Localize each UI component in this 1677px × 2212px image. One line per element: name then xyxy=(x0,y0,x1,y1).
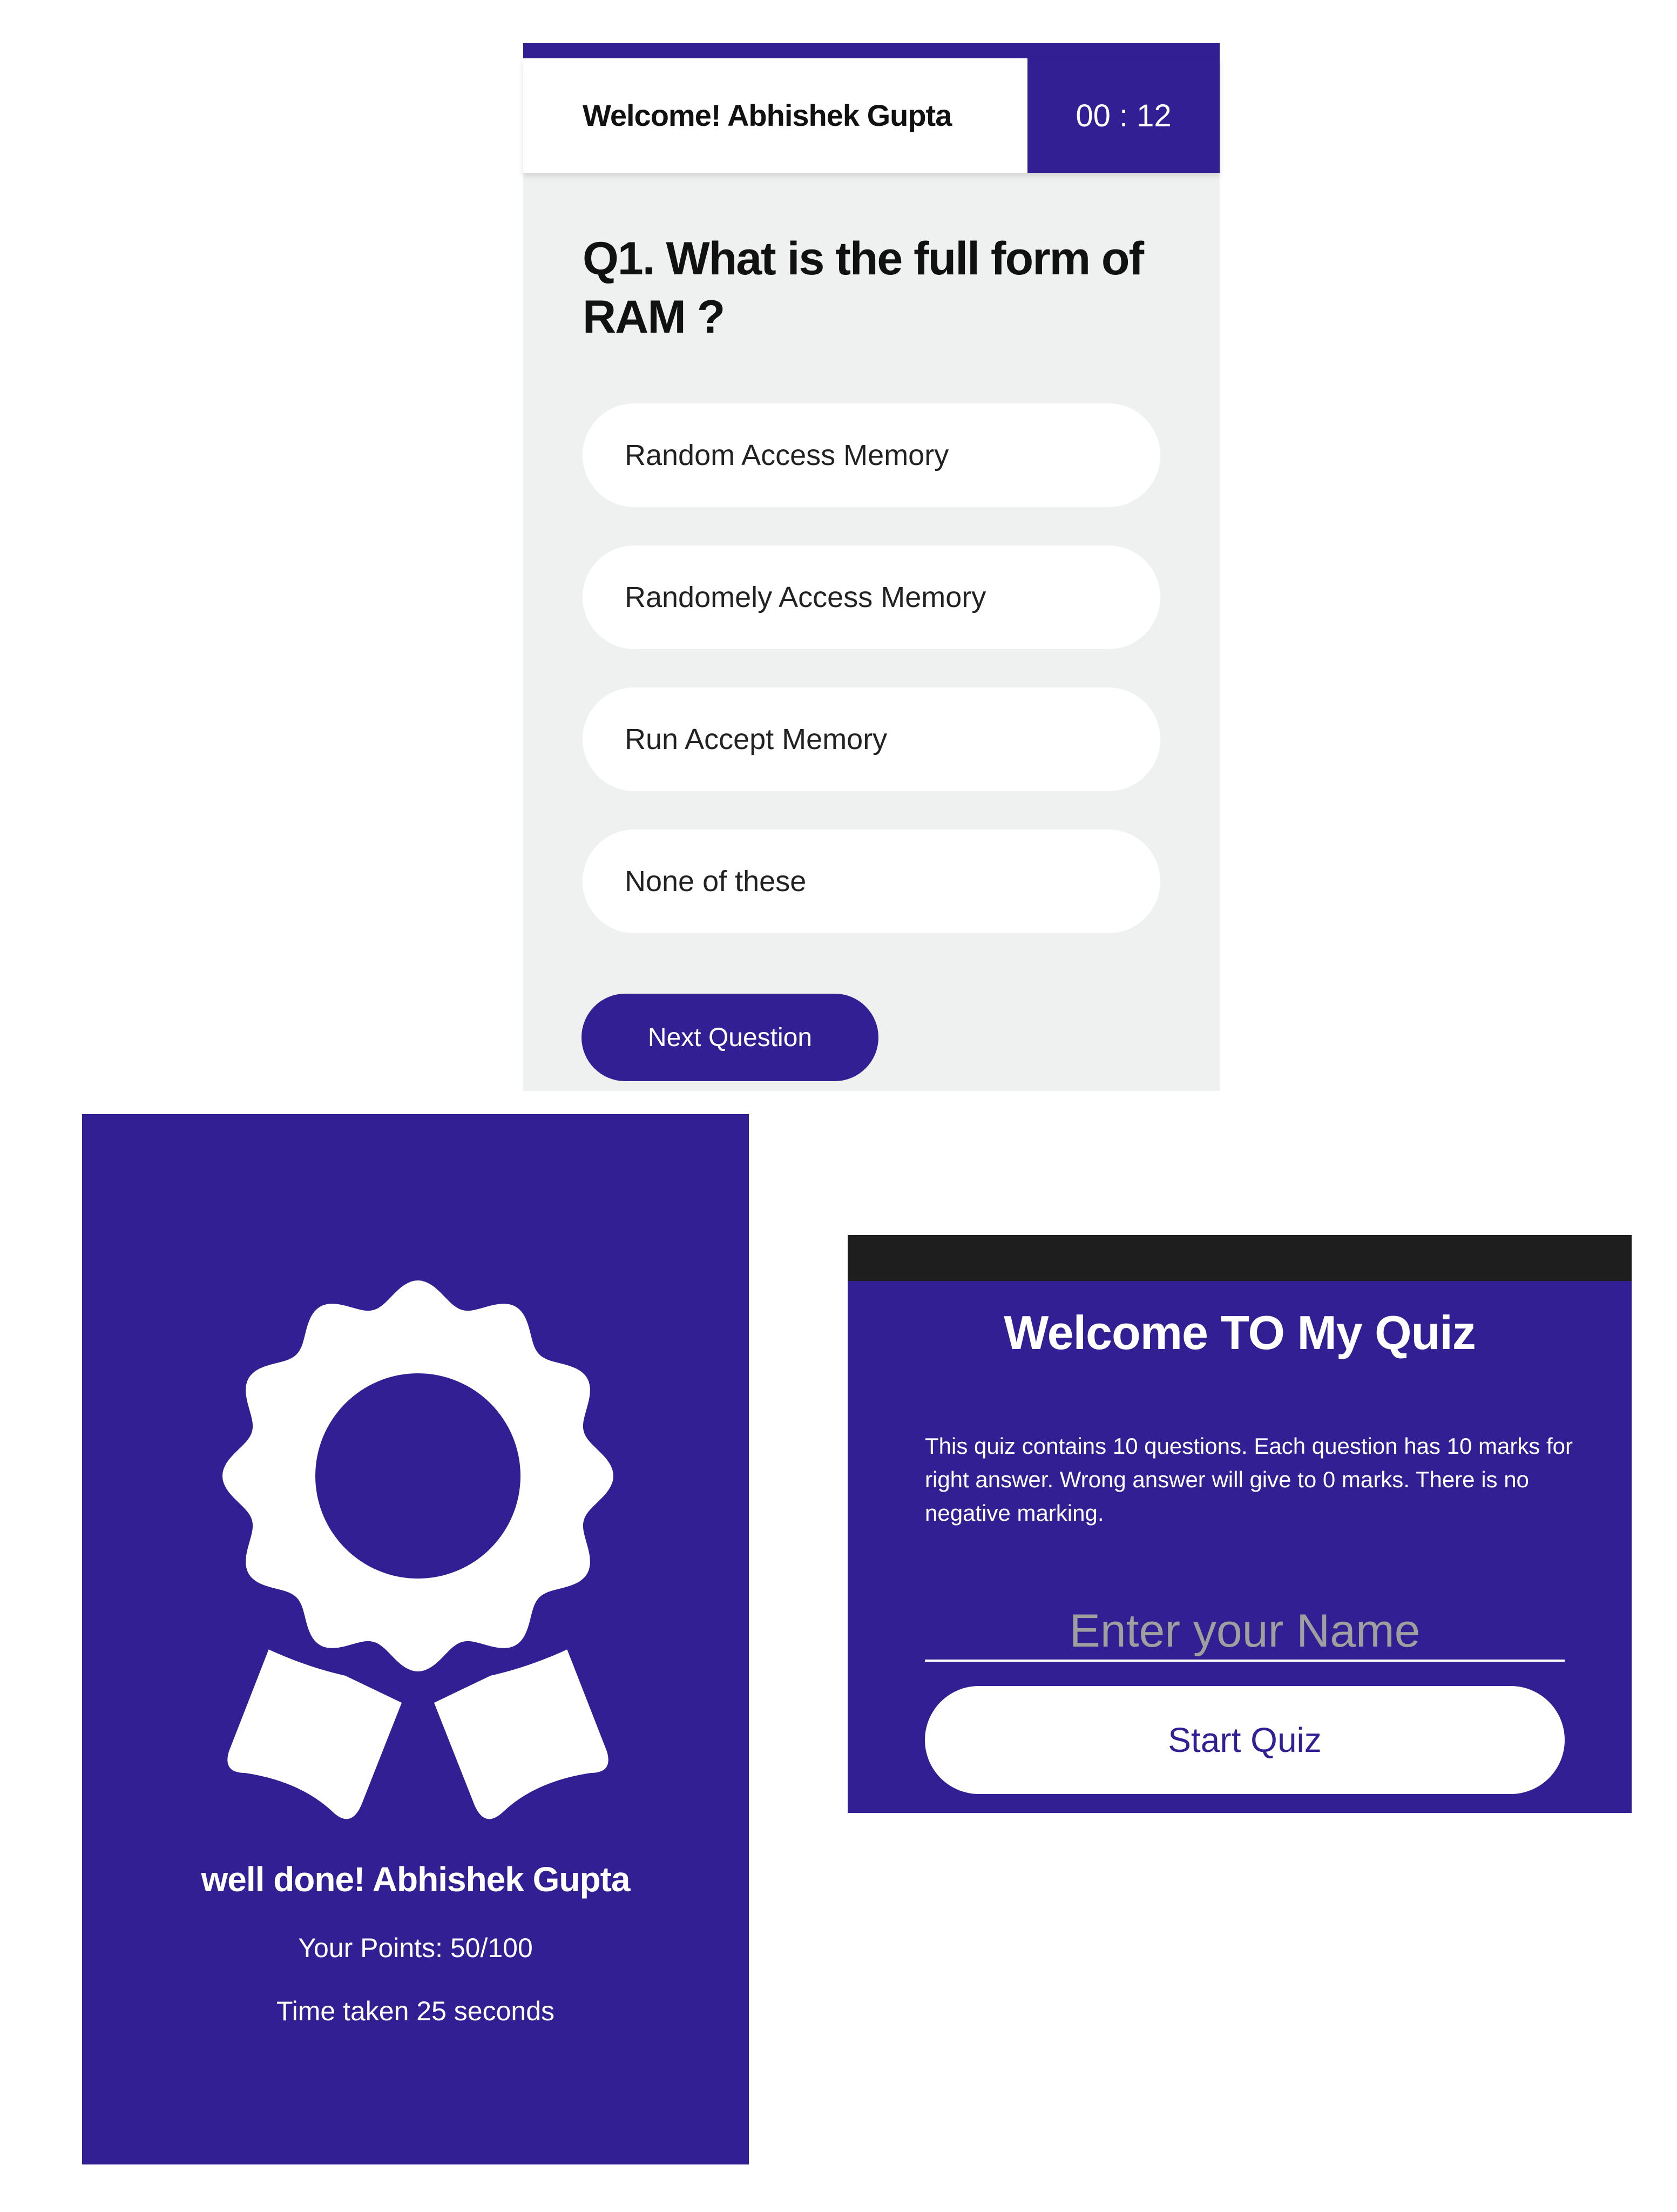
top-accent-strip xyxy=(523,43,1220,58)
time-taken-text: Time taken 25 seconds xyxy=(276,1996,555,2026)
name-input[interactable] xyxy=(925,1602,1565,1662)
start-quiz-button[interactable]: Start Quiz xyxy=(925,1686,1565,1794)
award-ribbon-icon xyxy=(222,1280,613,1819)
top-dark-strip xyxy=(848,1235,1632,1281)
points-text: Your Points: 50/100 xyxy=(298,1933,533,1963)
answer-option-4[interactable]: None of these xyxy=(583,830,1160,933)
welcome-start-screen: Welcome TO My Quiz This quiz contains 10… xyxy=(848,1235,1632,1813)
quiz-header: Welcome! Abhishek Gupta 00 : 12 xyxy=(523,58,1220,173)
answer-option-1[interactable]: Random Access Memory xyxy=(583,403,1160,507)
welcome-user-text: Welcome! Abhishek Gupta xyxy=(583,98,952,132)
timer-display: 00 : 12 xyxy=(1027,58,1220,173)
question-text: Q1. What is the full form of RAM ? xyxy=(583,233,1144,343)
next-question-button[interactable]: Next Question xyxy=(581,994,878,1081)
quiz-description: This quiz contains 10 questions. Each qu… xyxy=(925,1433,1573,1526)
quiz-question-screen: Welcome! Abhishek Gupta 00 : 12 Q1. What… xyxy=(523,43,1220,1091)
answer-option-3[interactable]: Run Accept Memory xyxy=(583,687,1160,791)
welcome-title: Welcome TO My Quiz xyxy=(1004,1306,1476,1359)
well-done-message: well done! Abhishek Gupta xyxy=(201,1860,630,1899)
answer-option-2[interactable]: Randomely Access Memory xyxy=(583,545,1160,649)
quiz-result-screen: well done! Abhishek Gupta Your Points: 5… xyxy=(82,1114,749,2164)
